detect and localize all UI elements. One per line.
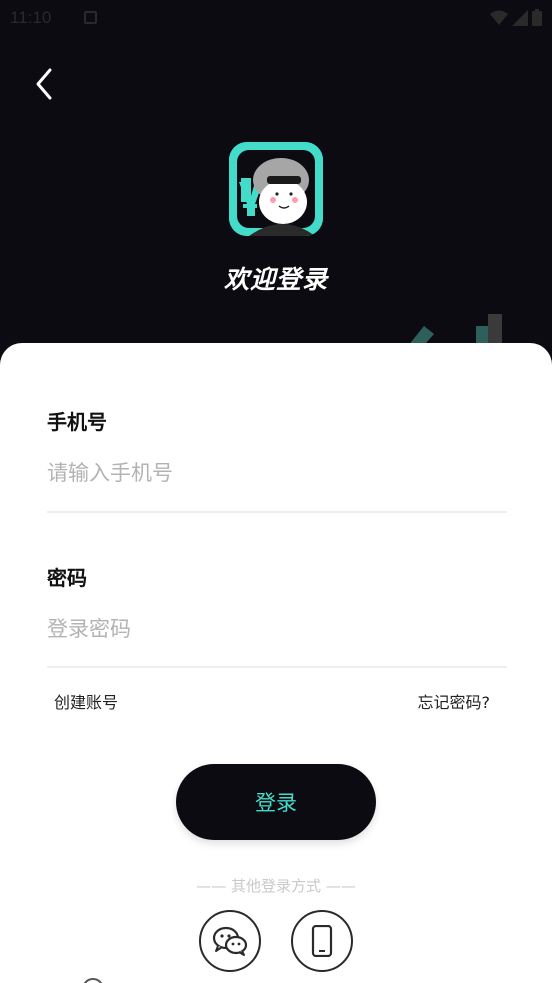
wechat-login-button[interactable]	[199, 910, 261, 972]
phone-login-button[interactable]	[291, 910, 353, 972]
mobile-phone-icon	[311, 925, 333, 957]
phone-divider	[47, 511, 507, 513]
phone-input[interactable]	[47, 453, 507, 493]
status-bar: 11:10	[0, 0, 552, 36]
signal-icon	[512, 9, 528, 26]
back-arrow-icon	[36, 68, 52, 100]
notification-icon	[84, 11, 97, 24]
phone-label: 手机号	[47, 410, 107, 434]
password-input[interactable]	[47, 609, 507, 649]
forgot-password-link[interactable]: 忘记密码?	[418, 689, 491, 713]
create-account-link[interactable]: 创建账号	[54, 689, 118, 713]
back-button[interactable]	[26, 66, 62, 102]
status-icons	[490, 9, 542, 26]
password-label: 密码	[47, 566, 87, 590]
status-time: 11:10	[10, 8, 52, 27]
battery-icon	[532, 9, 542, 26]
wechat-icon	[212, 926, 248, 956]
password-divider	[47, 666, 507, 668]
wifi-icon	[490, 10, 508, 25]
welcome-title: 欢迎登录	[223, 265, 328, 294]
other-login-label: —— 其他登录方式 ——	[196, 877, 356, 895]
login-button[interactable]: 登录	[176, 764, 376, 840]
app-logo	[229, 142, 323, 236]
